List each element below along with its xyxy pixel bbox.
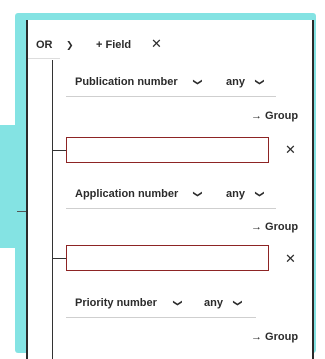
close-icon[interactable]: ✕ [151, 37, 162, 51]
close-icon[interactable]: ✕ [285, 252, 296, 266]
value-input-1[interactable] [66, 137, 269, 163]
match-select-2[interactable]: any [226, 187, 245, 201]
chevron-down-icon[interactable]: ❯ [253, 190, 267, 198]
close-icon[interactable]: ✕ [285, 143, 296, 157]
add-field-button[interactable]: + Field [96, 38, 131, 52]
field-select-3[interactable]: Priority number [75, 296, 157, 310]
panel-right-border [312, 20, 314, 359]
group-button-1[interactable]: → Group [251, 109, 298, 123]
chevron-down-icon[interactable]: ❯ [253, 78, 267, 86]
row-underline [66, 96, 276, 97]
row-underline [66, 317, 256, 318]
chevron-down-icon[interactable]: ❯ [231, 299, 245, 307]
boolean-operator-label[interactable]: OR [36, 38, 53, 52]
group-button-2[interactable]: → Group [251, 220, 298, 234]
group-button-3[interactable]: → Group [251, 330, 298, 344]
match-select-1[interactable]: any [226, 75, 245, 89]
match-select-3[interactable]: any [204, 296, 223, 310]
value-input-2[interactable] [66, 245, 269, 271]
chevron-down-icon[interactable]: ❯ [191, 190, 205, 198]
row-underline [66, 208, 276, 209]
panel-left-border [26, 20, 28, 359]
field-select-1[interactable]: Publication number [75, 75, 178, 89]
panel-left-tick [17, 211, 26, 212]
chevron-down-icon[interactable]: ❯ [191, 78, 205, 86]
chevron-down-icon[interactable]: ❯ [171, 299, 185, 307]
chevron-down-icon[interactable]: ❯ [66, 38, 74, 52]
field-select-2[interactable]: Application number [75, 187, 178, 201]
tree-connector-line [52, 60, 53, 359]
tree-stub [52, 150, 66, 151]
header-rule [28, 58, 60, 59]
tree-stub [52, 258, 66, 259]
